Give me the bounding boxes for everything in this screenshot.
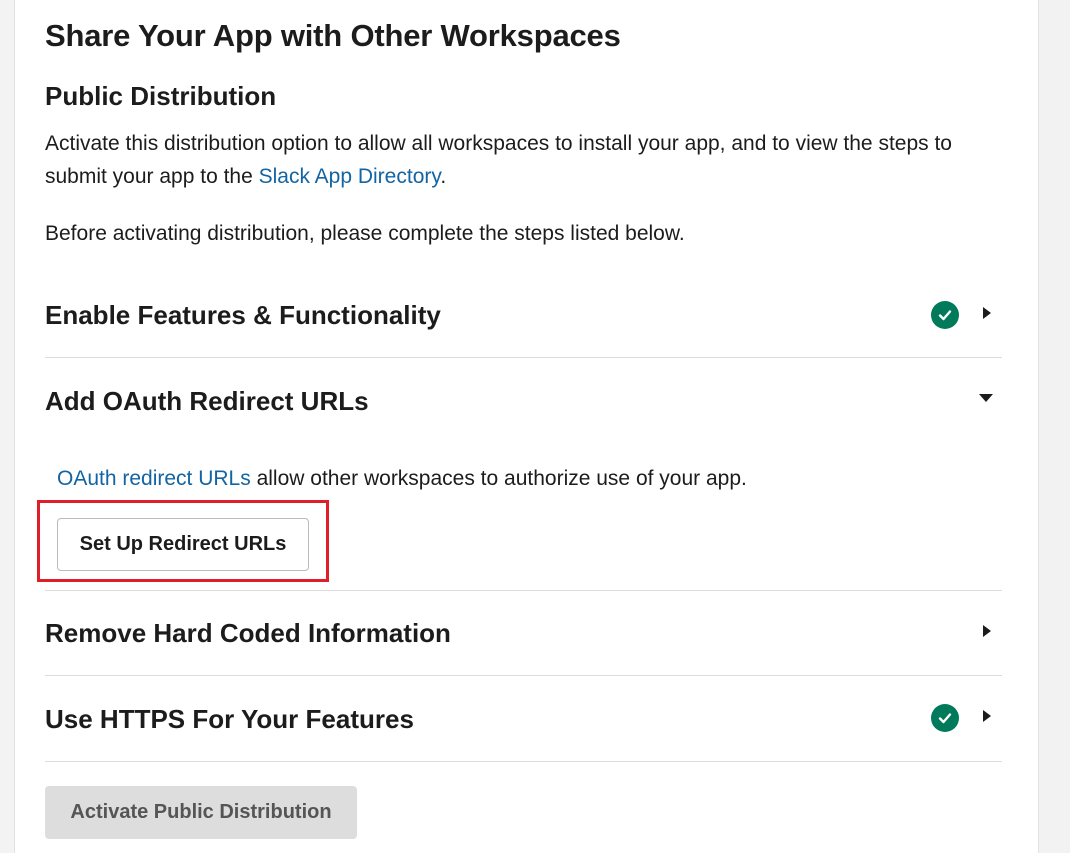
intro-period: . <box>440 165 447 188</box>
oauth-redirect-urls-link[interactable]: OAuth redirect URLs <box>57 467 251 490</box>
step-title[interactable]: Add OAuth Redirect URLs <box>45 386 369 417</box>
intro-paragraph: Activate this distribution option to all… <box>45 127 1002 193</box>
check-circle-icon <box>931 704 959 732</box>
oauth-description-text: allow other workspaces to authorize use … <box>250 467 747 490</box>
step-title: Remove Hard Coded Information <box>45 618 451 648</box>
caret-right-icon <box>983 710 991 722</box>
step-title: Enable Features & Functionality <box>45 300 441 330</box>
window-edge <box>0 0 14 853</box>
caret-right-icon <box>983 625 991 637</box>
step-enable-features[interactable]: Enable Features & Functionality <box>45 270 1002 358</box>
caret-down-icon[interactable] <box>979 394 993 402</box>
intro-text: Activate this distribution option to all… <box>45 132 952 188</box>
page-title: Share Your App with Other Workspaces <box>45 18 621 53</box>
set-up-redirect-urls-button[interactable]: Set Up Redirect URLs <box>57 518 309 571</box>
step-use-https[interactable]: Use HTTPS For Your Features <box>45 675 1002 762</box>
step-title: Use HTTPS For Your Features <box>45 704 414 734</box>
slack-app-directory-link[interactable]: Slack App Directory <box>259 165 441 188</box>
instruction-text: Before activating distribution, please c… <box>45 222 685 245</box>
caret-right-icon <box>983 307 991 319</box>
oauth-description: OAuth redirect URLs allow other workspac… <box>57 462 747 495</box>
check-circle-icon <box>931 301 959 329</box>
distribution-panel: Share Your App with Other Workspaces Pub… <box>14 0 1039 853</box>
step-remove-hard-coded[interactable]: Remove Hard Coded Information <box>45 590 1002 676</box>
activate-public-distribution-button[interactable]: Activate Public Distribution <box>45 786 357 839</box>
section-title: Public Distribution <box>45 81 277 111</box>
